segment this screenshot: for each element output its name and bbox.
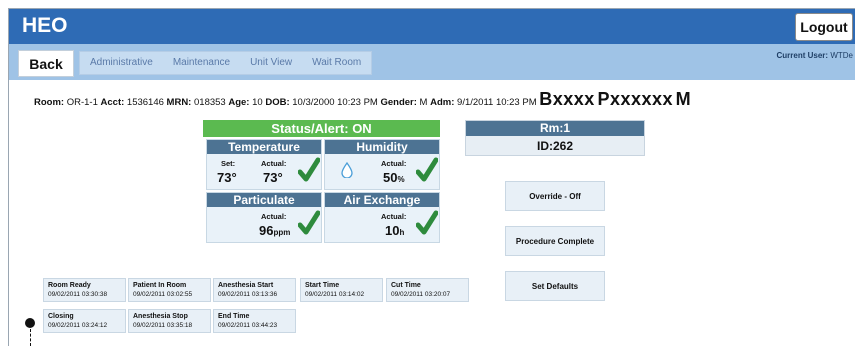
particulate-actual: 96ppm bbox=[259, 223, 291, 238]
acct-value: 1536146 bbox=[126, 97, 164, 108]
timeline-start-time[interactable]: Start Time 09/02/2011 03:14:02 bbox=[300, 278, 383, 302]
humidity-actual-label: Actual: bbox=[381, 159, 407, 168]
room-value: OR-1-1 bbox=[66, 97, 98, 108]
particulate-title: Particulate bbox=[207, 193, 321, 207]
adm-label: Adm: bbox=[430, 97, 455, 108]
tab-unit-view[interactable]: Unit View bbox=[240, 52, 302, 74]
temperature-panel: Temperature Set: 73° Actual: 73° bbox=[206, 139, 322, 190]
humidity-title: Humidity bbox=[325, 140, 439, 154]
timeline-room-ready[interactable]: Room Ready 09/02/2011 03:30:38 bbox=[43, 278, 126, 302]
timeline-time: 09/02/2011 03:20:07 bbox=[391, 291, 451, 298]
timeline-label: Anesthesia Start bbox=[218, 282, 274, 289]
particulate-panel: Particulate Actual: 96ppm bbox=[206, 192, 322, 243]
check-icon bbox=[416, 157, 438, 182]
age-label: Age: bbox=[228, 97, 250, 108]
air-exchange-actual-label: Actual: bbox=[381, 212, 407, 221]
dob-label: DOB: bbox=[265, 97, 290, 108]
timeline-label: Start Time bbox=[305, 282, 340, 289]
current-user-label: Current User: bbox=[776, 51, 829, 60]
temperature-set-value: 73° bbox=[217, 170, 237, 185]
timeline-time: 09/02/2011 03:30:38 bbox=[48, 291, 108, 298]
app-title: HEO bbox=[22, 14, 68, 37]
check-icon bbox=[298, 210, 320, 235]
particulate-actual-label: Actual: bbox=[261, 212, 287, 221]
timeline-closing[interactable]: Closing 09/02/2011 03:24:12 bbox=[43, 309, 126, 333]
patient-info: Room: OR-1-1 Acct: 1536146 MRN: 018353 A… bbox=[34, 89, 691, 110]
timeline-end-time[interactable]: End Time 09/02/2011 03:44:23 bbox=[213, 309, 296, 333]
tab-wait-room[interactable]: Wait Room bbox=[302, 52, 371, 74]
timeline-label: Patient In Room bbox=[133, 282, 187, 289]
timeline-time: 09/02/2011 03:35:18 bbox=[133, 322, 193, 329]
callout-dot bbox=[25, 318, 35, 328]
acct-label: Acct: bbox=[100, 97, 125, 108]
gender-value: M bbox=[419, 97, 428, 108]
tab-administrative[interactable]: Administrative bbox=[80, 52, 163, 74]
back-button[interactable]: Back bbox=[18, 50, 74, 77]
adm-value: 9/1/2011 10:23 PM bbox=[457, 97, 537, 108]
room-id: ID:262 bbox=[536, 139, 574, 153]
temperature-actual-value: 73° bbox=[263, 170, 283, 185]
age-value: 10 bbox=[252, 97, 263, 108]
room-label: Room: bbox=[34, 97, 65, 108]
air-exchange-actual: 10h bbox=[385, 223, 405, 238]
room-number: Rm:1 bbox=[466, 121, 644, 136]
tab-maintenance[interactable]: Maintenance bbox=[163, 52, 240, 74]
override-button[interactable]: Override - Off bbox=[505, 181, 605, 211]
room-panel: Rm:1 ID:262 bbox=[465, 120, 645, 156]
callout-line bbox=[30, 329, 31, 346]
current-user: Current User: WTDe bbox=[777, 51, 853, 60]
timeline-label: End Time bbox=[218, 313, 250, 320]
mrn-label: MRN: bbox=[166, 97, 192, 108]
timeline-label: Anesthesia Stop bbox=[133, 313, 188, 320]
timeline-anesthesia-start[interactable]: Anesthesia Start 09/02/2011 03:13:36 bbox=[213, 278, 296, 302]
check-icon bbox=[298, 157, 320, 182]
dob-value: 10/3/2000 10:23 PM bbox=[292, 97, 378, 108]
patient-last-name: Pxxxxxx bbox=[597, 89, 674, 109]
check-icon bbox=[416, 210, 438, 235]
water-drop-icon bbox=[341, 162, 353, 178]
mrn-value: 018353 bbox=[194, 97, 226, 108]
timeline-label: Closing bbox=[48, 313, 74, 320]
timeline-time: 09/02/2011 03:24:12 bbox=[48, 322, 108, 329]
timeline-label: Cut Time bbox=[391, 282, 421, 289]
air-exchange-panel: Air Exchange Actual: 10h bbox=[324, 192, 440, 243]
procedure-complete-button[interactable]: Procedure Complete bbox=[505, 226, 605, 256]
set-defaults-button[interactable]: Set Defaults bbox=[505, 271, 605, 301]
humidity-panel: Humidity Actual: 50% bbox=[324, 139, 440, 190]
temperature-set-label: Set: bbox=[221, 159, 236, 168]
temperature-title: Temperature bbox=[207, 140, 321, 154]
patient-sex: M bbox=[675, 89, 692, 109]
timeline-label: Room Ready bbox=[48, 282, 91, 289]
patient-first-name: Bxxxx bbox=[539, 89, 595, 109]
gender-label: Gender: bbox=[380, 97, 417, 108]
status-alert: Status/Alert: ON bbox=[203, 120, 440, 137]
timeline-time: 09/02/2011 03:14:02 bbox=[305, 291, 365, 298]
timeline-time: 09/02/2011 03:44:23 bbox=[218, 322, 278, 329]
air-exchange-title: Air Exchange bbox=[325, 193, 439, 207]
humidity-actual: 50% bbox=[383, 170, 405, 185]
timeline-cut-time[interactable]: Cut Time 09/02/2011 03:20:07 bbox=[386, 278, 469, 302]
current-user-value: WTDe bbox=[830, 51, 853, 60]
nav-tabs: Administrative Maintenance Unit View Wai… bbox=[79, 51, 373, 75]
timeline-patient-in-room[interactable]: Patient In Room 09/02/2011 03:02:55 bbox=[128, 278, 211, 302]
timeline-time: 09/02/2011 03:02:55 bbox=[133, 291, 193, 298]
header-bar bbox=[9, 9, 855, 44]
temperature-actual-label: Actual: bbox=[261, 159, 287, 168]
timeline-time: 09/02/2011 03:13:36 bbox=[218, 291, 278, 298]
logout-button[interactable]: Logout bbox=[795, 13, 853, 41]
timeline-anesthesia-stop[interactable]: Anesthesia Stop 09/02/2011 03:35:18 bbox=[128, 309, 211, 333]
